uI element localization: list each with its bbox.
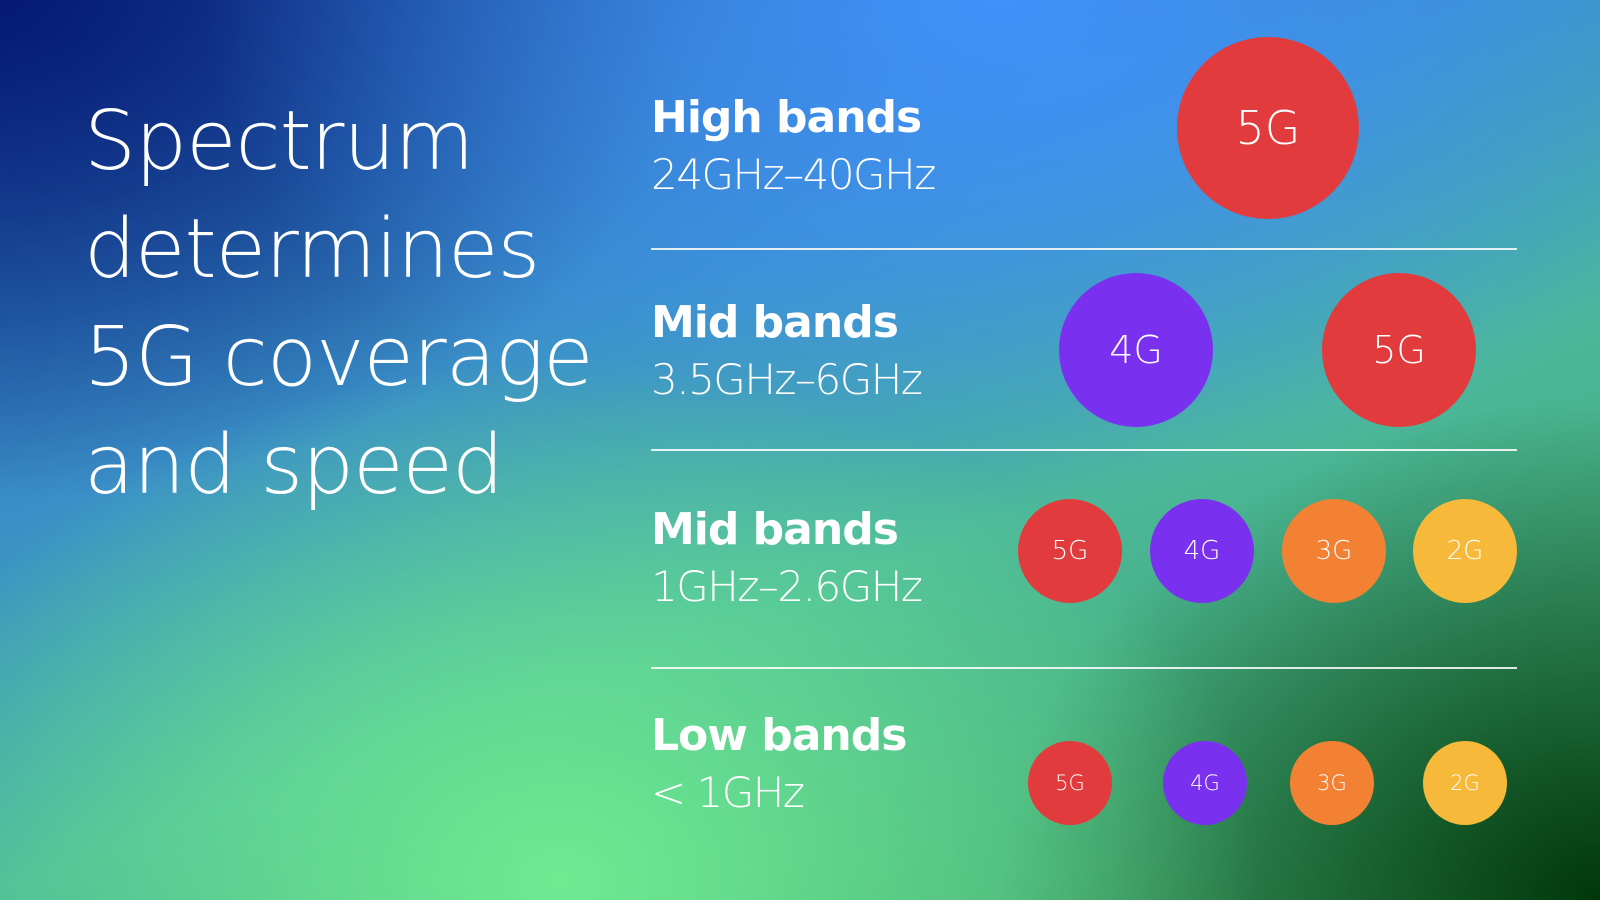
circle-5g: 5G xyxy=(1177,37,1359,219)
circle-5g: 5G xyxy=(1018,499,1122,603)
band-range: < 1GHz xyxy=(651,768,805,817)
circle-4g: 4G xyxy=(1150,499,1254,603)
title-line: determines xyxy=(84,202,540,297)
circle-2g: 2G xyxy=(1423,741,1507,825)
band-name: Mid bands xyxy=(651,297,899,348)
divider xyxy=(651,248,1517,250)
circle-3g: 3G xyxy=(1290,741,1374,825)
band-label-mid-low: Mid bands 1GHz–2.6GHz xyxy=(651,502,923,616)
band-label-high: High bands 24GHz–40GHz xyxy=(651,90,936,204)
band-label-low: Low bands < 1GHz xyxy=(651,708,907,822)
circle-3g: 3G xyxy=(1282,499,1386,603)
band-range: 24GHz–40GHz xyxy=(651,150,936,199)
title-line: Spectrum xyxy=(84,94,474,189)
title-line: 5G coverage xyxy=(84,310,594,405)
circle-4g: 4G xyxy=(1059,273,1213,427)
circle-5g: 5G xyxy=(1028,741,1112,825)
circle-2g: 2G xyxy=(1413,499,1517,603)
band-label-mid-high: Mid bands 3.5GHz–6GHz xyxy=(651,295,923,409)
circle-4g: 4G xyxy=(1163,741,1247,825)
page-title: Spectrum determines 5G coverage and spee… xyxy=(84,88,594,520)
title-line: and speed xyxy=(84,418,504,513)
circle-5g: 5G xyxy=(1322,273,1476,427)
divider xyxy=(651,449,1517,451)
band-name: High bands xyxy=(651,92,922,143)
band-name: Mid bands xyxy=(651,504,899,555)
band-range: 3.5GHz–6GHz xyxy=(651,355,923,404)
divider xyxy=(651,667,1517,669)
band-name: Low bands xyxy=(651,710,907,761)
band-range: 1GHz–2.6GHz xyxy=(651,562,923,611)
